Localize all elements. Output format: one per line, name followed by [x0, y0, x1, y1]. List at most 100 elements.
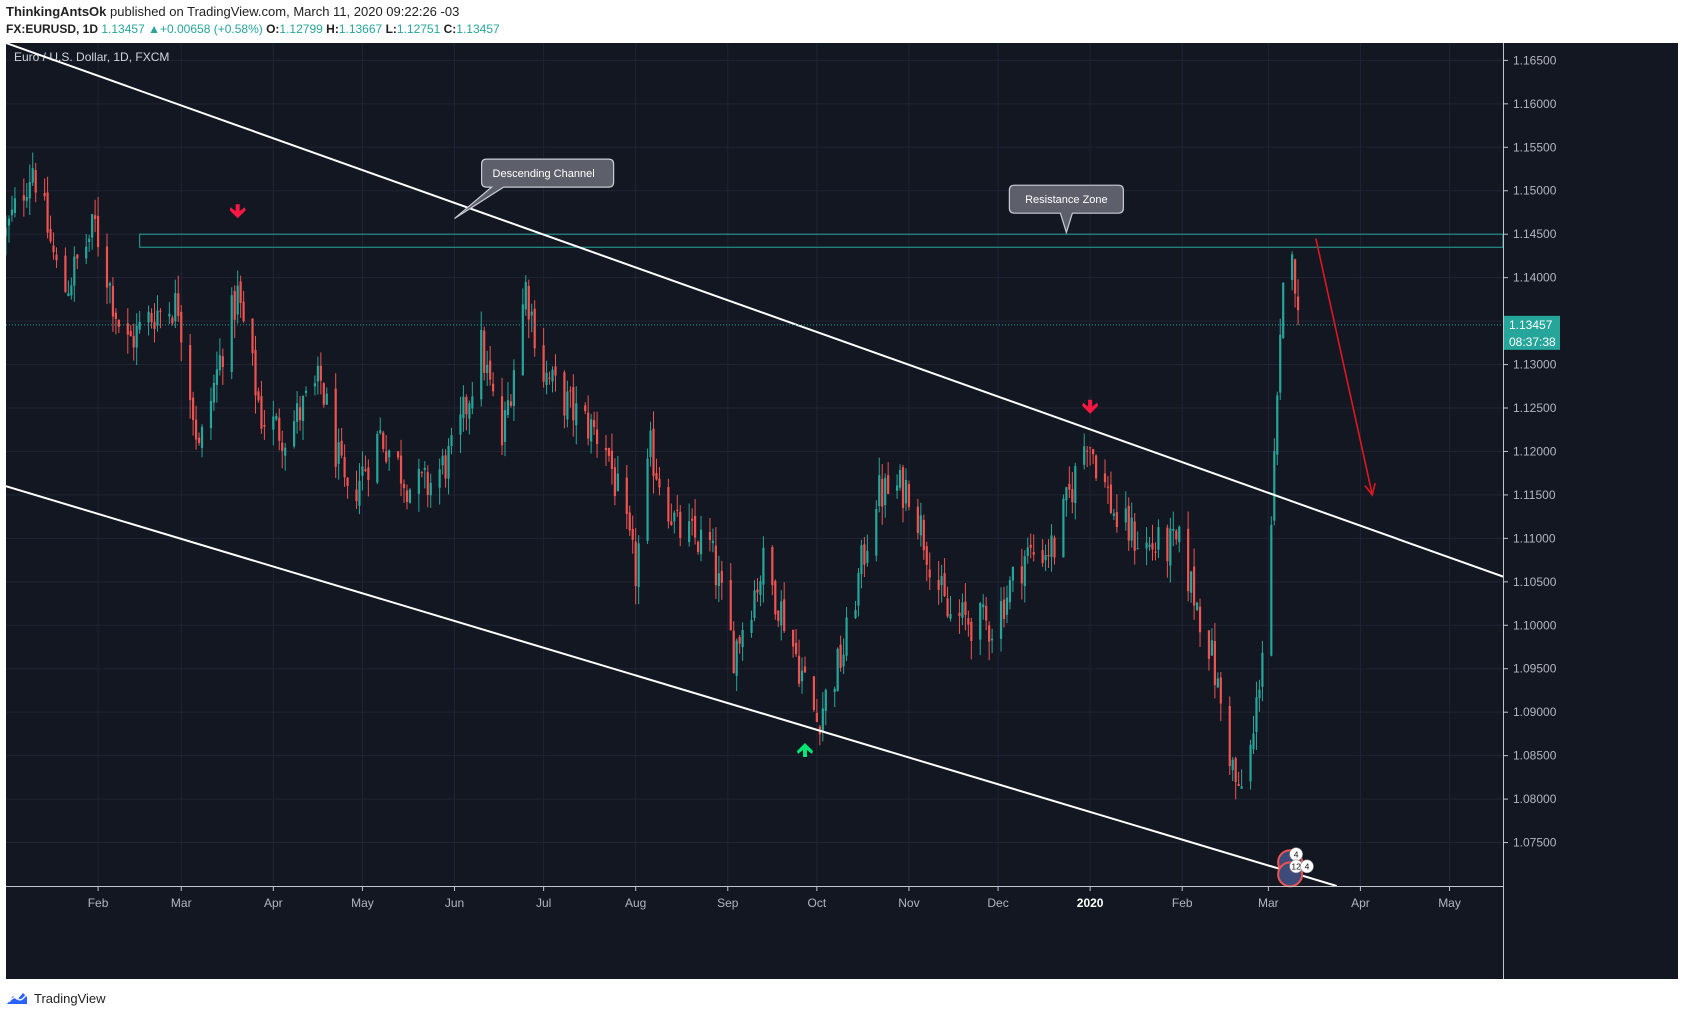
event-count: 4: [1305, 862, 1310, 872]
close-value: 1.13457: [456, 22, 500, 36]
candle-body: [1213, 641, 1216, 686]
x-tick-label: Oct: [808, 896, 827, 910]
candle-body: [530, 311, 533, 316]
y-tick-label: 1.12000: [1513, 444, 1557, 458]
candle-body: [242, 301, 245, 322]
event-count: 4: [1294, 849, 1299, 859]
candle-body: [631, 528, 634, 540]
candle-body: [655, 473, 658, 480]
candle-body: [284, 447, 287, 456]
candle-body: [569, 390, 572, 392]
candle-body: [1237, 783, 1240, 787]
candle-body: [587, 412, 590, 439]
candle-body: [367, 467, 370, 480]
chart-panel[interactable]: Euro / U.S. Dollar, 1D, FXCM Descending C…: [6, 43, 1678, 979]
candle-body: [194, 419, 198, 440]
footer-brand[interactable]: TradingView: [34, 991, 106, 1006]
candle-body: [236, 285, 239, 315]
candle-body: [1178, 526, 1181, 543]
candle-body: [168, 313, 171, 317]
candle-body: [1005, 597, 1009, 615]
candle-body: [1002, 599, 1006, 620]
candle-body: [916, 506, 919, 533]
candle-body: [355, 489, 358, 502]
candle-body: [797, 655, 801, 684]
candle-body: [985, 605, 988, 621]
candle-body: [1071, 489, 1074, 503]
candle-body: [462, 396, 465, 419]
candle-body: [215, 369, 218, 385]
candle-body: [741, 630, 744, 648]
candle-body: [1270, 524, 1273, 656]
candle-body: [1198, 606, 1202, 633]
candle-body: [670, 521, 673, 525]
candle-body: [610, 450, 614, 469]
candle-body: [230, 295, 233, 372]
candle-body: [1231, 759, 1234, 771]
candle-body: [91, 214, 94, 238]
candle-body: [1065, 487, 1068, 501]
candle-body: [527, 285, 530, 320]
candle-body: [925, 546, 928, 565]
candle-body: [1255, 697, 1258, 732]
candle-body: [979, 603, 982, 640]
y-tick-label: 1.11000: [1513, 531, 1556, 545]
candle-body: [447, 445, 450, 479]
x-tick-label: Nov: [898, 896, 919, 910]
candle-body: [1210, 640, 1214, 656]
candle-body: [1249, 744, 1252, 782]
y-tick-label: 1.10500: [1513, 575, 1557, 589]
candle-body: [548, 377, 551, 379]
open-label: O:: [266, 22, 280, 36]
candle-body: [771, 547, 774, 586]
candle-body: [197, 437, 201, 443]
candle-body: [1228, 705, 1231, 767]
candle-body: [189, 345, 192, 401]
candle-body: [1276, 395, 1279, 455]
y-tick-label: 1.15500: [1513, 140, 1557, 154]
signal-arrow-up-icon: [796, 742, 813, 757]
candle-body: [257, 391, 260, 401]
candle-body: [301, 396, 305, 422]
candle-body: [212, 382, 216, 403]
author-name[interactable]: ThinkingAntsOk: [6, 4, 106, 19]
candle-body: [174, 293, 177, 322]
price-chart[interactable]: Euro / U.S. Dollar, 1D, FXCM Descending C…: [6, 43, 1678, 979]
candle-body: [1219, 677, 1222, 704]
candle-body: [590, 419, 593, 442]
candles-group: [6, 152, 1300, 800]
price-tag-countdown: 08:37:38: [1509, 335, 1556, 349]
high-value: 1.13667: [338, 22, 383, 36]
candle-body: [982, 604, 985, 608]
y-tick-label: 1.08000: [1513, 792, 1557, 806]
candle-body: [1103, 473, 1107, 483]
candle-body: [6, 227, 8, 237]
close-label: C:: [443, 22, 457, 36]
y-tick-label: 1.12500: [1513, 401, 1557, 415]
candle-body: [67, 293, 70, 297]
candle-body: [1216, 678, 1219, 688]
candle-body: [696, 541, 700, 553]
candle-body: [319, 365, 322, 381]
candle-body: [483, 330, 486, 373]
candle-body: [884, 477, 887, 506]
candle-body: [792, 629, 795, 647]
candle-body: [783, 599, 786, 631]
candle-body: [382, 432, 385, 449]
candle-body: [233, 291, 236, 320]
candle-body: [1023, 556, 1026, 587]
candle-body: [693, 515, 697, 538]
x-tick-label: Jun: [445, 896, 464, 910]
candle-body: [486, 365, 489, 374]
candle-body: [812, 676, 816, 710]
candle-body: [492, 383, 495, 392]
candle-body: [964, 601, 967, 615]
candle-body: [875, 509, 878, 556]
symbol-label: FX:EURUSD, 1D: [6, 22, 99, 36]
candle-body: [524, 282, 527, 310]
candle-body: [800, 670, 804, 682]
candle-body: [572, 386, 575, 421]
candle-body: [85, 246, 88, 259]
candle-body: [970, 621, 973, 641]
candle-body: [1094, 455, 1098, 479]
